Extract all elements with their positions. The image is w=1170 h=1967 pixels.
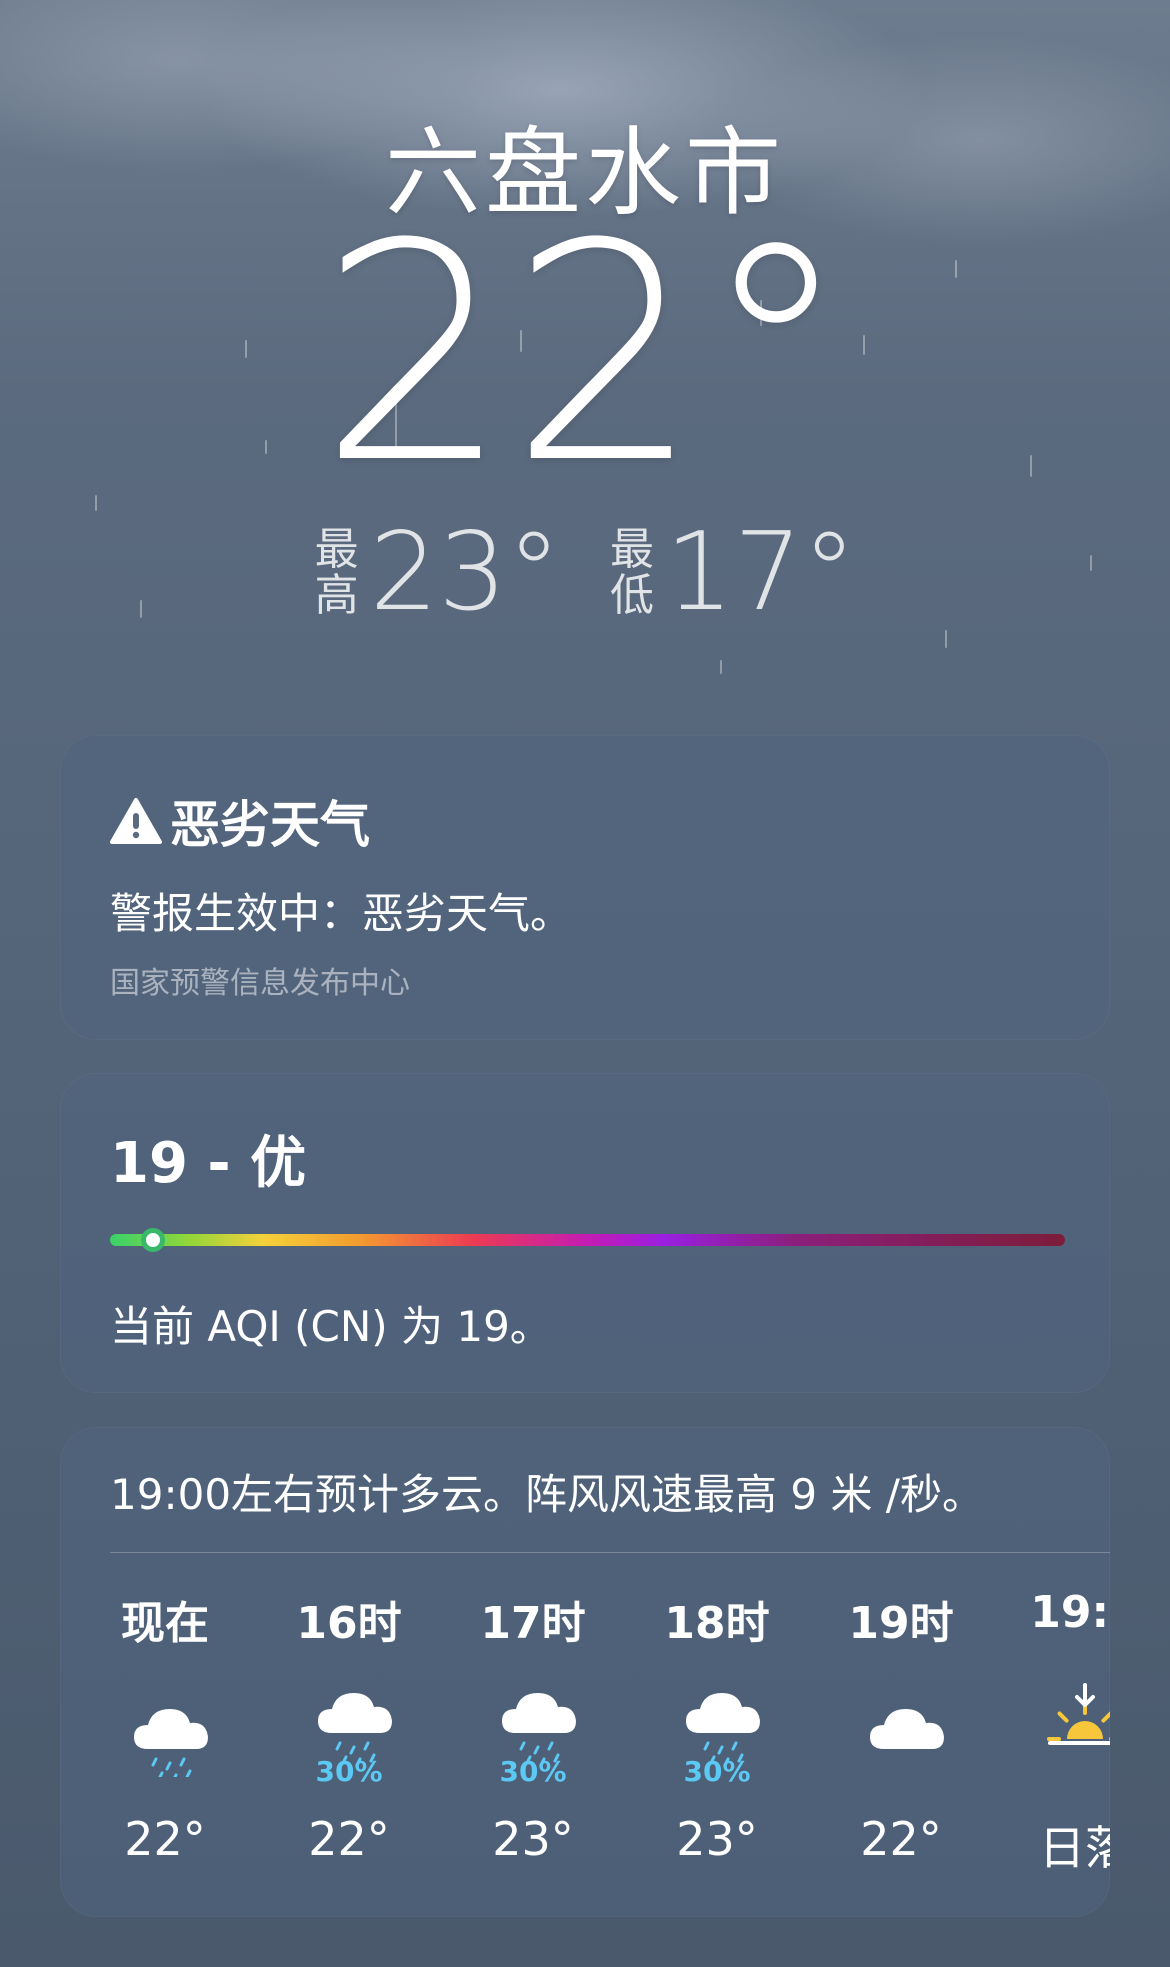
- hour-temperature: 23°: [492, 1812, 574, 1866]
- aqi-indicator: [140, 1228, 165, 1252]
- hour-label: 19:5: [1030, 1587, 1110, 1638]
- precipitation-chance: 30%: [683, 1755, 751, 1788]
- aqi-title: 19 - 优: [110, 1131, 307, 1196]
- hour-label: 现在: [121, 1598, 209, 1649]
- sunset-icon: [1030, 1677, 1110, 1767]
- current-temperature: 22°: [319, 180, 851, 529]
- cloud-rain-icon: [478, 1677, 588, 1767]
- low-temperature: 17°: [665, 510, 857, 635]
- precipitation-chance: 30%: [499, 1755, 567, 1788]
- warning-triangle-icon: [110, 798, 162, 844]
- hour-label: 16时: [296, 1598, 402, 1649]
- hour-temperature: 22°: [308, 1812, 390, 1866]
- cloud-rain-icon: [662, 1677, 772, 1767]
- alert-title: 恶劣天气: [170, 796, 370, 854]
- hour-temperature: 22°: [860, 1812, 942, 1866]
- precipitation-chance: 30%: [315, 1755, 383, 1788]
- hourly-forecast-card[interactable]: 19:00左右预计多云。阵风风速最高 9 米 /秒。 现在 22° 16时 30% 22…: [60, 1427, 1110, 1917]
- hour-label: 17时: [480, 1598, 586, 1649]
- hour-temperature: 22°: [124, 1812, 206, 1866]
- severe-weather-alert-card[interactable]: 恶劣天气 警报生效中：恶劣天气。 国家预警信息发布中心: [60, 735, 1110, 1040]
- divider: [110, 1552, 1110, 1553]
- low-label: 最低: [610, 523, 654, 621]
- alert-body: 警报生效中：恶劣天气。: [110, 889, 573, 938]
- aqi-scale-bar: [110, 1234, 1065, 1246]
- high-low-temperatures: 最高 23° 最低 17°: [0, 510, 1170, 635]
- high-temperature-group: 最高 23°: [314, 510, 561, 635]
- cloud-rain-icon: [294, 1677, 404, 1767]
- high-label: 最高: [314, 523, 359, 621]
- high-temperature: 23°: [369, 510, 561, 635]
- hour-temperature: 23°: [676, 1812, 758, 1866]
- cloud-icon: [846, 1677, 956, 1767]
- forecast-summary: 19:00左右预计多云。阵风风速最高 9 米 /秒。: [110, 1470, 984, 1519]
- hour-temperature: 日落: [1039, 1821, 1110, 1875]
- low-temperature-group: 最低 17°: [609, 510, 856, 635]
- hour-label: 19时: [848, 1598, 954, 1649]
- air-quality-card[interactable]: 19 - 优 当前 AQI (CN) 为 19。: [60, 1073, 1110, 1393]
- cloud-drizzle-icon: [110, 1677, 220, 1783]
- alert-title-row: 恶劣天气: [110, 785, 370, 857]
- aqi-description: 当前 AQI (CN) 为 19。: [110, 1302, 552, 1351]
- alert-source: 国家预警信息发布中心: [110, 966, 410, 1001]
- hour-label: 18时: [664, 1598, 770, 1649]
